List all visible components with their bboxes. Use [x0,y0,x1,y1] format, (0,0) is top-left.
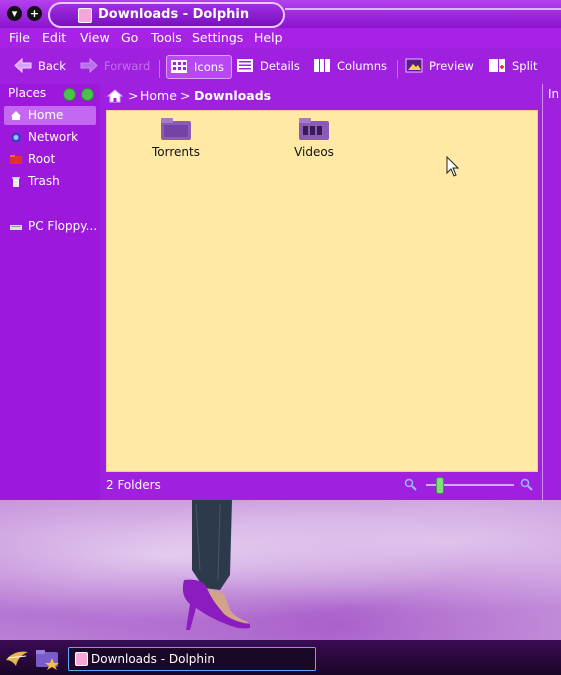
breadcrumb-separator: > [180,88,191,103]
application-launcher-icon[interactable] [4,646,30,670]
toolbar: Back Forward Icons Details Columns Previ… [0,50,561,82]
icons-view-button[interactable]: Icons [166,55,232,79]
taskbar-task-dolphin[interactable]: Downloads - Dolphin [68,647,316,671]
preview-icon [405,58,423,73]
place-root[interactable]: Root [4,150,96,169]
status-text: 2 Folders [106,478,161,492]
split-button[interactable]: Split [488,55,544,77]
window-menu-icon[interactable]: ▾ [7,6,22,21]
folder-icon [161,118,191,140]
dolphin-window: ▾ + Downloads - Dolphin File Edit View G… [0,0,561,500]
taskbar: Downloads - Dolphin [0,640,561,675]
menu-edit[interactable]: Edit [42,30,66,45]
icons-view-icon [171,60,187,73]
back-button[interactable]: Back [14,55,70,77]
columns-view-icon [314,59,330,72]
title-line [285,8,561,10]
root-folder-icon [10,155,22,164]
places-header: Places [8,86,47,100]
zoom-out-icon[interactable] [404,478,418,492]
breadcrumb-current[interactable]: Downloads [194,88,271,103]
folder-item-torrents[interactable]: Torrents [136,115,216,159]
toolbar-separator [397,60,398,78]
forward-button[interactable]: Forward [80,55,152,77]
place-floppy[interactable]: PC Floppy... [4,217,97,236]
places-panel: Places Home Network Root Trash PC Floppy… [0,84,100,500]
menu-tools[interactable]: Tools [151,30,182,45]
menu-settings[interactable]: Settings [192,30,243,45]
dolphin-app-icon [75,652,88,666]
menu-view[interactable]: View [80,30,110,45]
home-icon [11,111,21,120]
title-pill: Downloads - Dolphin [48,2,285,28]
pin-icon[interactable]: + [27,6,42,21]
floppy-icon [10,225,22,230]
breadcrumb: > Home > Downloads [104,86,540,106]
zoom-slider-handle[interactable] [435,477,444,494]
menu-help[interactable]: Help [254,30,283,45]
information-panel-tab[interactable]: In [542,84,561,500]
video-folder-icon [299,118,329,140]
window-title: Downloads - Dolphin [98,7,250,22]
title-bar[interactable]: ▾ + Downloads - Dolphin [0,0,561,28]
breadcrumb-home[interactable]: Home [140,88,177,103]
toolbar-separator [159,60,160,78]
desktop-wallpaper [0,500,561,640]
details-view-button[interactable]: Details [236,55,302,77]
forward-arrow-icon [80,58,98,73]
folder-launcher-icon[interactable] [34,646,62,670]
menu-bar: File Edit View Go Tools Settings Help [0,28,561,48]
dolphin-app-icon [78,8,92,23]
information-panel-label: In [548,87,560,101]
columns-view-button[interactable]: Columns [313,55,389,77]
menu-file[interactable]: File [9,30,30,45]
folder-item-label: Torrents [152,145,200,159]
folder-item-videos[interactable]: Videos [274,115,354,159]
taskbar-task-label: Downloads - Dolphin [91,652,215,666]
details-view-icon [237,59,253,72]
menu-go[interactable]: Go [121,30,138,45]
status-bar: 2 Folders [106,476,542,494]
wallpaper-leg-image [182,500,250,630]
panel-float-icon[interactable] [63,88,76,101]
home-icon[interactable] [106,88,124,103]
split-icon [489,59,505,72]
file-view[interactable]: Torrents Videos [106,110,538,472]
network-icon [11,132,21,143]
preview-button[interactable]: Preview [405,55,477,77]
breadcrumb-separator: > [128,88,139,103]
place-network[interactable]: Network [4,128,96,147]
place-trash[interactable]: Trash [4,172,96,191]
zoom-in-icon[interactable] [520,478,534,492]
back-arrow-icon [14,58,32,73]
panel-close-icon[interactable] [81,88,94,101]
folder-item-label: Videos [294,145,334,159]
place-home[interactable]: Home [4,106,96,125]
mouse-cursor-icon [446,156,460,177]
trash-icon [12,177,20,187]
